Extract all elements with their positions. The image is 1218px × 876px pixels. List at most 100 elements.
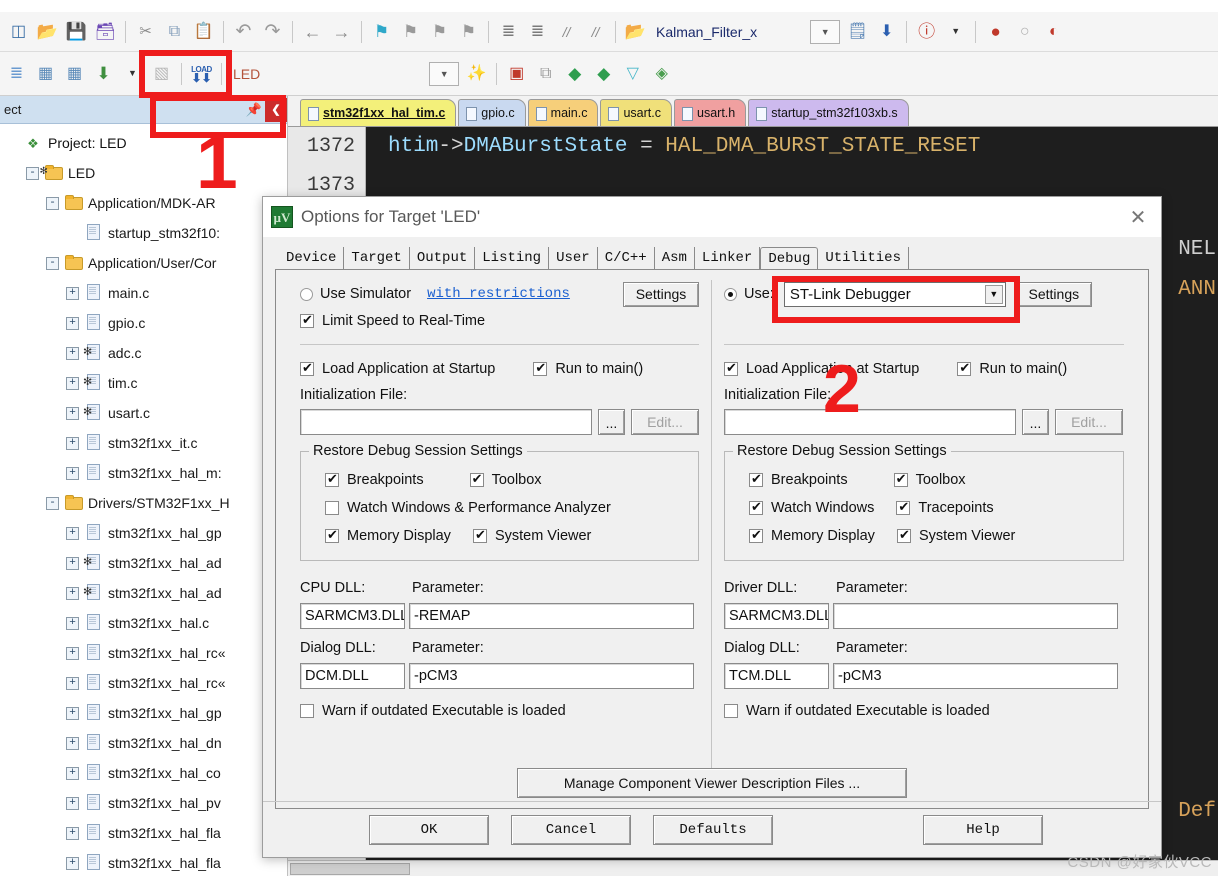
dialog-tab[interactable]: Utilities — [818, 247, 909, 269]
configure-combo[interactable]: ▼ — [429, 61, 460, 86]
copy-icon[interactable]: ⧉ — [161, 18, 188, 45]
expand-toggle-icon[interactable]: + — [66, 856, 79, 870]
dialog-tabstrip[interactable]: Device Target Output Listing User C/C++ Asm Lin… — [273, 245, 1151, 270]
code-line[interactable]: htim->DMABurstState = HAL_DMA_BURST_STAT… — [388, 127, 1218, 166]
bookmark-clear-icon[interactable]: ⚑ — [455, 18, 482, 45]
close-icon[interactable]: ✕ — [1115, 197, 1161, 237]
save-all-icon[interactable]: 🗃 — [92, 18, 119, 45]
run-to-main-checkbox-dbg[interactable] — [957, 360, 972, 376]
tree-item[interactable]: - Application/MDK-AR — [0, 188, 287, 218]
outdent-icon[interactable]: ≣ — [524, 18, 551, 45]
init-file-browse-button-dbg[interactable]: ... — [1022, 409, 1049, 435]
chevron-down-icon[interactable]: ▼ — [984, 284, 1003, 304]
tree-item[interactable]: + stm32f1xx_hal_fla — [0, 818, 287, 848]
target-options-icon[interactable]: 📂 — [622, 18, 649, 45]
simulator-settings-button[interactable]: Settings — [623, 281, 699, 307]
redo-icon[interactable]: ↷ — [259, 18, 286, 45]
options-for-target-dialog[interactable]: µV Options for Target 'LED' ✕ Device Targ… — [262, 196, 1162, 858]
collapse-toggle-icon[interactable]: - — [46, 256, 59, 270]
expand-toggle-icon[interactable]: + — [66, 676, 79, 690]
indent-icon[interactable]: ≣ — [495, 18, 522, 45]
tree-item[interactable]: + ✻ tim.c — [0, 368, 287, 398]
editor-tab[interactable]: usart.h — [674, 99, 747, 126]
kill-breakpoints-icon[interactable]: ◐ — [1040, 18, 1067, 45]
debugger-settings-button[interactable]: Settings — [1015, 281, 1092, 307]
dialog-tab[interactable]: Debug — [760, 247, 819, 270]
cpu-parameter-input[interactable]: -REMAP — [409, 603, 694, 629]
tree-item[interactable]: + stm32f1xx_hal_co — [0, 758, 287, 788]
tree-item[interactable]: + main.c — [0, 278, 287, 308]
disable-breakpoint-icon[interactable]: ○ — [1011, 18, 1038, 45]
new-file-icon[interactable]: ◫ — [5, 18, 32, 45]
uncomment-lines-icon[interactable]: // — [582, 18, 609, 45]
project-tree[interactable]: ❖ Project: LED - ✻ LED - Application/MDK-AR sta… — [0, 124, 287, 876]
init-file-edit-button-dbg[interactable]: Edit... — [1055, 409, 1123, 435]
tree-item[interactable]: + gpio.c — [0, 308, 287, 338]
manage-project-items-icon[interactable]: 🗒 — [844, 18, 871, 45]
build-dropdown-arrow[interactable]: ▼ — [119, 60, 146, 87]
tree-item[interactable]: + stm32f1xx_it.c — [0, 428, 287, 458]
editor-tab[interactable]: usart.c — [600, 99, 672, 126]
editor-tab[interactable]: main.c — [527, 99, 599, 126]
manage-component-viewer-button[interactable]: Manage Component Viewer Description File… — [517, 768, 907, 798]
rebuild-all-icon[interactable]: ⬇ — [90, 60, 117, 87]
tree-item[interactable]: + stm32f1xx_hal_dn — [0, 728, 287, 758]
build-target-icon[interactable]: ▦ — [61, 60, 88, 87]
bookmark-next-icon[interactable]: ⚑ — [426, 18, 453, 45]
load-app-checkbox-sim[interactable] — [300, 360, 314, 376]
cpu-dll-input[interactable]: SARMCM3.DLL — [300, 603, 405, 629]
dialog-tab[interactable]: Listing — [475, 247, 550, 269]
driver-parameter-input[interactable] — [833, 603, 1118, 629]
collapse-toggle-icon[interactable]: - — [46, 496, 59, 510]
tree-item[interactable]: + stm32f1xx_hal_gp — [0, 518, 287, 548]
navigate-back-icon[interactable]: ← — [299, 18, 326, 45]
tree-item[interactable]: + stm32f1xx_hal_m: — [0, 458, 287, 488]
expand-toggle-icon[interactable]: + — [66, 796, 79, 810]
expand-toggle-icon[interactable]: + — [66, 646, 79, 660]
collapse-toggle-icon[interactable]: - — [46, 196, 59, 210]
warn-outdated-checkbox-dbg[interactable] — [724, 704, 738, 718]
tree-item[interactable]: + ✻ stm32f1xx_hal_ad — [0, 578, 287, 608]
tree-item[interactable]: - ✻ LED — [0, 158, 287, 188]
watch-windows-perf-checkbox-sim[interactable] — [325, 501, 339, 515]
dialog-tab[interactable]: Device — [279, 247, 345, 269]
editor-tab[interactable]: gpio.c — [458, 99, 526, 126]
breakpoints-checkbox-dbg[interactable] — [749, 471, 763, 487]
tree-item[interactable]: + stm32f1xx_hal.c — [0, 608, 287, 638]
dialog-dll-input-sim[interactable]: DCM.DLL — [300, 663, 405, 689]
run-to-main-checkbox-sim[interactable] — [533, 360, 548, 376]
tree-item[interactable]: startup_stm32f10: — [0, 218, 287, 248]
select-software-packs-icon[interactable]: ◆ — [590, 60, 617, 87]
expand-toggle-icon[interactable]: + — [66, 436, 79, 450]
dialog-tab[interactable]: C/C++ — [598, 247, 655, 269]
collapse-toggle-icon[interactable]: - — [26, 166, 39, 180]
expand-toggle-icon[interactable]: + — [66, 406, 79, 420]
expand-toggle-icon[interactable]: + — [66, 466, 79, 480]
load-app-checkbox-dbg[interactable] — [724, 360, 738, 376]
stop-build-icon[interactable]: ▧ — [148, 60, 175, 87]
init-file-edit-button-sim[interactable]: Edit... — [631, 409, 699, 435]
tree-item[interactable]: ❖ Project: LED — [0, 128, 287, 158]
translate-file-icon[interactable]: ▦ — [32, 60, 59, 87]
pack-installer-icon[interactable]: ◆ — [561, 60, 588, 87]
warn-outdated-checkbox-sim[interactable] — [300, 704, 314, 718]
driver-dll-input[interactable]: SARMCM3.DLL — [724, 603, 829, 629]
init-file-input-sim[interactable] — [300, 409, 592, 435]
manage-runtime-env-icon[interactable]: ▣ — [503, 60, 530, 87]
expand-toggle-icon[interactable]: + — [66, 376, 79, 390]
expand-toggle-icon[interactable]: + — [66, 736, 79, 750]
tree-item[interactable]: - Drivers/STM32F1xx_H — [0, 488, 287, 518]
configuration-wizard-icon[interactable]: ✨ — [463, 60, 490, 87]
system-viewer-checkbox-sim[interactable] — [472, 527, 487, 543]
dialog-parameter-input-dbg[interactable]: -pCM3 — [833, 663, 1118, 689]
expand-toggle-icon[interactable]: + — [66, 286, 79, 300]
help-button[interactable]: Help — [923, 814, 1043, 845]
limit-speed-checkbox[interactable] — [300, 312, 314, 328]
batch-build-icon[interactable]: ≣ — [3, 60, 30, 87]
cut-icon[interactable]: ✂ — [132, 18, 159, 45]
expand-toggle-icon[interactable]: + — [66, 826, 79, 840]
toolbox-checkbox-dbg[interactable] — [893, 471, 908, 487]
dialog-tab[interactable]: Linker — [695, 247, 761, 269]
expand-toggle-icon[interactable]: + — [66, 316, 79, 330]
start-debug-session-icon[interactable]: ⓘ — [913, 18, 940, 45]
